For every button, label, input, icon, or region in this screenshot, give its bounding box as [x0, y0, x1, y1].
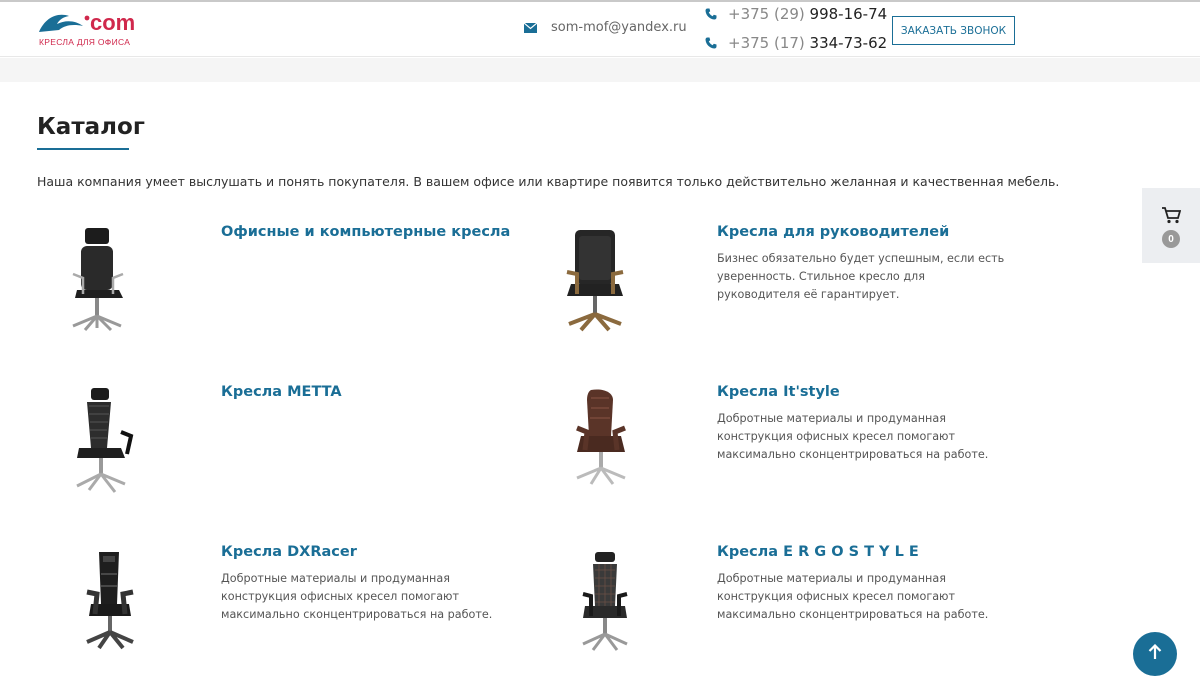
scroll-to-top-button[interactable] [1133, 632, 1177, 676]
category-title[interactable]: Кресла DXRacer [221, 544, 357, 560]
phone-number: +375 (29) 998-16-74 [728, 5, 887, 23]
category-description: Добротные материалы и продуманная констр… [221, 572, 493, 621]
category-office-chairs: Офисные и компьютерные кресла [37, 224, 510, 344]
chair-image[interactable] [37, 224, 147, 344]
callback-button[interactable]: Заказать звонок [892, 16, 1015, 45]
chair-image[interactable] [533, 544, 643, 664]
cart-icon [1162, 207, 1181, 224]
envelope-icon [524, 22, 537, 33]
chair-image[interactable] [533, 224, 643, 344]
logo-tagline: кресла для офиса [39, 37, 131, 47]
site-header: com кресла для офиса som-mof@yandex.ru +… [0, 2, 1200, 57]
logo-text: com [90, 10, 135, 35]
email-text: som-mof@yandex.ru [551, 20, 687, 35]
category-itstyle: Кресла It'style Добротные материалы и пр… [533, 384, 993, 504]
category-ergostyle: Кресла E R G O S T Y L E Добротные матер… [533, 544, 993, 664]
title-underline [37, 148, 129, 150]
phone-icon [705, 37, 717, 49]
category-dxracer: Кресла DXRacer Добротные материалы и про… [37, 544, 497, 664]
logo-mark-icon: com [39, 10, 135, 35]
category-title[interactable]: Кресла METTA [221, 384, 342, 400]
phone-digits: 998-16-74 [809, 5, 888, 23]
page-title: Каталог [37, 114, 145, 140]
phone-1[interactable]: +375 (29) 998-16-74 [705, 5, 887, 23]
phone-code: +375 (17) [728, 34, 805, 52]
category-title[interactable]: Кресла It'style [717, 384, 840, 400]
phone-2[interactable]: +375 (17) 334-73-62 [705, 34, 887, 52]
category-description: Добротные материалы и продуманная констр… [717, 572, 989, 621]
arrow-up-icon [1148, 644, 1162, 659]
chair-image[interactable] [37, 544, 147, 664]
phone-code: +375 (29) [728, 5, 805, 23]
header-band [0, 58, 1200, 82]
category-description: Бизнес обязательно будет успешным, если … [717, 252, 1005, 301]
phone-digits: 334-73-62 [809, 34, 888, 52]
phone-number: +375 (17) 334-73-62 [728, 34, 887, 52]
chair-image[interactable] [37, 384, 147, 504]
category-title[interactable]: Кресла для руководителей [717, 224, 949, 240]
category-title[interactable]: Кресла E R G O S T Y L E [717, 544, 919, 560]
email-contact[interactable]: som-mof@yandex.ru [524, 20, 687, 35]
phone-icon [705, 8, 717, 20]
category-title[interactable]: Офисные и компьютерные кресла [221, 224, 510, 240]
category-metta: Кресла METTA [37, 384, 497, 504]
cart-count-badge: 0 [1162, 230, 1180, 248]
cart-widget[interactable]: 0 [1142, 188, 1200, 263]
category-description: Добротные материалы и продуманная констр… [717, 412, 989, 461]
logo[interactable]: com кресла для офиса [37, 8, 147, 50]
intro-text: Наша компания умеет выслушать и понять п… [37, 174, 1060, 189]
category-executive-chairs: Кресла для руководителей Бизнес обязател… [533, 224, 1004, 344]
chair-image[interactable] [533, 384, 643, 504]
